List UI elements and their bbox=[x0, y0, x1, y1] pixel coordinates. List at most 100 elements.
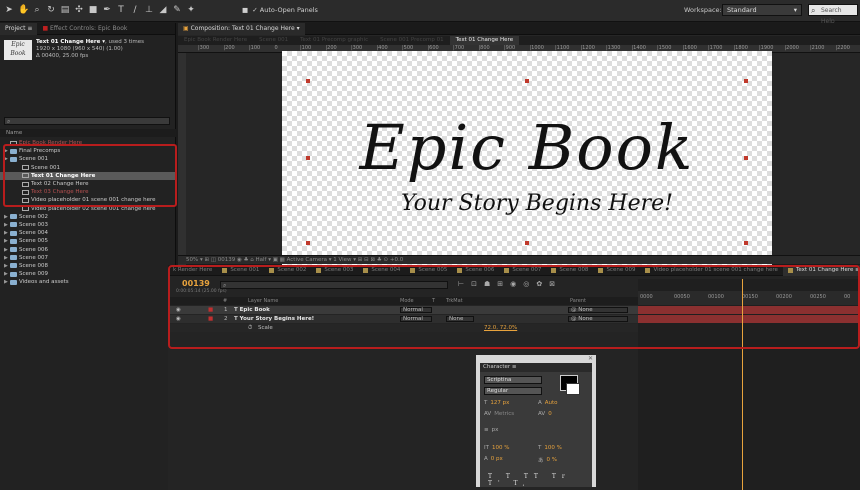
project-item-label: Videos and assets bbox=[19, 279, 69, 286]
font-size-row[interactable]: T 127 px bbox=[484, 400, 509, 406]
thumbnail-text: Epic Book bbox=[10, 41, 26, 57]
project-search-input[interactable]: ⌕ bbox=[4, 117, 170, 125]
comp-flow-item[interactable]: Text 01 Precomp graphic bbox=[294, 36, 374, 45]
pan-behind-tool-icon[interactable]: ✣ bbox=[74, 5, 84, 15]
folder-icon bbox=[10, 271, 17, 277]
hscale-row[interactable]: T 100 % bbox=[538, 445, 562, 451]
bound-handle[interactable] bbox=[525, 241, 529, 245]
bound-handle[interactable] bbox=[744, 156, 748, 160]
baseline-value[interactable]: 0 px bbox=[491, 456, 503, 462]
folder-icon bbox=[10, 238, 17, 244]
project-item[interactable]: ▶ Scene 007 bbox=[0, 254, 176, 262]
bound-handle[interactable] bbox=[306, 156, 310, 160]
folder-icon bbox=[10, 263, 17, 269]
bound-handle[interactable] bbox=[306, 241, 310, 245]
viewer-control-bar[interactable]: 50% ▾ ⊞ ◫ 00139 ◉ ♣ ⌂ Half ▾ ▣ ▦ Active … bbox=[178, 255, 860, 264]
tracking-value[interactable]: 0 bbox=[548, 411, 552, 417]
zoom-tool-icon[interactable]: ⌕ bbox=[32, 5, 42, 15]
folder-icon bbox=[10, 247, 17, 253]
comp-flow-item[interactable]: Scene 001 bbox=[253, 36, 294, 45]
toolbar: ➤ ✋ ⌕ ↻ ▤ ✣ ■ ✒ T ∕ ⊥ ◢ ✎ ✦ ■ ✓ Auto-Ope… bbox=[0, 0, 860, 25]
highlight-box bbox=[168, 265, 860, 349]
chevron-down-icon: ▾ bbox=[793, 6, 797, 14]
bound-handle[interactable] bbox=[525, 79, 529, 83]
tsume-row[interactable]: あ0 % bbox=[538, 456, 557, 464]
tracking-icon: AV bbox=[538, 411, 546, 417]
project-item[interactable]: ▶ Scene 002 bbox=[0, 213, 176, 221]
comp-tab-label: Composition: Text 01 Change Here ▾ bbox=[190, 24, 300, 32]
tab-project[interactable]: Project ≡ bbox=[0, 22, 38, 35]
title-text-layer[interactable]: Epic Book bbox=[332, 111, 722, 184]
project-item[interactable]: ▶ Scene 005 bbox=[0, 237, 176, 245]
baseline-row[interactable]: A0 px bbox=[484, 456, 503, 462]
workspace-label: Workspace: bbox=[684, 6, 722, 14]
tsume-icon: あ bbox=[538, 458, 544, 464]
hscale-icon: T bbox=[538, 445, 542, 451]
project-item-label: Scene 008 bbox=[19, 262, 49, 269]
roto-tool-icon[interactable]: ✎ bbox=[172, 5, 182, 15]
project-item-label: Scene 009 bbox=[19, 271, 49, 278]
stroke-row[interactable]: ≡ px bbox=[484, 427, 498, 433]
tracking-row[interactable]: AV 0 bbox=[538, 411, 552, 417]
info-used: , used 3 times bbox=[105, 39, 145, 45]
tab-effect-controls[interactable]: ■ Effect Controls: Epic Book bbox=[37, 23, 132, 35]
project-item[interactable]: ▶ Scene 004 bbox=[0, 229, 176, 237]
font-family-select[interactable]: Scriptina bbox=[484, 376, 542, 384]
leading-row[interactable]: A Auto bbox=[538, 400, 558, 406]
selection-tool-icon[interactable]: ➤ bbox=[4, 5, 14, 15]
mask-tool-icon[interactable]: ■ bbox=[88, 5, 98, 15]
rotate-tool-icon[interactable]: ↻ bbox=[46, 5, 56, 15]
camera-tool-icon[interactable]: ▤ bbox=[60, 5, 70, 15]
hscale-value[interactable]: 100 % bbox=[544, 445, 561, 451]
stroke-unit[interactable]: px bbox=[492, 427, 499, 433]
bound-handle[interactable] bbox=[744, 241, 748, 245]
kerning-value[interactable]: Metrics bbox=[494, 411, 514, 417]
comp-flow-item[interactable]: Scene 001 Precomp 01 bbox=[374, 36, 450, 45]
project-item[interactable]: ▶ Scene 006 bbox=[0, 245, 176, 253]
auto-open-panels-checkbox[interactable]: ■ ✓ Auto-Open Panels bbox=[242, 6, 318, 14]
bound-handle[interactable] bbox=[306, 79, 310, 83]
effect-color-icon: ■ bbox=[42, 24, 51, 32]
ruler-tick: |2200 bbox=[835, 45, 850, 51]
leading-value[interactable]: Auto bbox=[545, 400, 558, 406]
clone-tool-icon[interactable]: ⊥ bbox=[144, 5, 154, 15]
ruler-tick: |2000 bbox=[784, 45, 799, 51]
stroke-color-swatch[interactable] bbox=[566, 383, 580, 395]
folder-icon bbox=[10, 255, 17, 261]
pen-tool-icon[interactable]: ✒ bbox=[102, 5, 112, 15]
brush-tool-icon[interactable]: ∕ bbox=[130, 5, 140, 15]
vertical-ruler bbox=[178, 53, 186, 267]
bound-handle[interactable] bbox=[744, 79, 748, 83]
search-help-input[interactable]: ⌕ Search Help bbox=[808, 4, 858, 25]
character-header: Character ≡ bbox=[480, 363, 592, 372]
comp-flow-item[interactable]: Text 01 Change Here bbox=[449, 36, 520, 45]
project-item[interactable]: ▶ Scene 008 bbox=[0, 262, 176, 270]
type-tool-icon[interactable]: T bbox=[116, 5, 126, 15]
project-item[interactable]: ▶ Scene 003 bbox=[0, 221, 176, 229]
info-dims: 1920 x 1080 (960 x 540) (1.00) bbox=[36, 46, 123, 52]
font-size-value[interactable]: 127 px bbox=[490, 400, 509, 406]
leading-icon: A bbox=[538, 400, 542, 406]
baseline-icon: A bbox=[484, 456, 488, 462]
auto-open-label: Auto-Open Panels bbox=[259, 6, 318, 14]
tsume-value[interactable]: 0 % bbox=[547, 457, 557, 463]
eraser-tool-icon[interactable]: ◢ bbox=[158, 5, 168, 15]
vscale-row[interactable]: IT 100 % bbox=[484, 445, 509, 451]
kerning-row[interactable]: AV Metrics bbox=[484, 411, 514, 417]
font-style-select[interactable]: Regular bbox=[484, 387, 542, 395]
project-item[interactable]: ▶ Scene 009 bbox=[0, 270, 176, 278]
puppet-tool-icon[interactable]: ✦ bbox=[186, 5, 196, 15]
subtitle-text-layer[interactable]: Your Story Begins Here! bbox=[372, 191, 702, 216]
ruler-tick: |2100 bbox=[810, 45, 825, 51]
workspace-select[interactable]: Standard ▾ bbox=[722, 4, 802, 16]
search-icon: ⌕ bbox=[811, 6, 816, 15]
comp-canvas[interactable]: Epic Book Your Story Begins Here! bbox=[282, 51, 772, 273]
tab-composition[interactable]: ▣ Composition: Text 01 Change Here ▾ bbox=[178, 22, 305, 35]
vscale-value[interactable]: 100 % bbox=[492, 445, 509, 451]
name-column-header[interactable]: Name bbox=[0, 129, 176, 137]
comp-flow-item[interactable]: Epic Book Render Here bbox=[178, 36, 253, 45]
hand-tool-icon[interactable]: ✋ bbox=[18, 5, 29, 15]
project-item[interactable]: ▶ Videos and assets bbox=[0, 278, 176, 286]
close-icon[interactable]: ✕ bbox=[588, 355, 593, 362]
faux-style-buttons[interactable]: T T TT Tr T' T, bbox=[488, 473, 592, 487]
